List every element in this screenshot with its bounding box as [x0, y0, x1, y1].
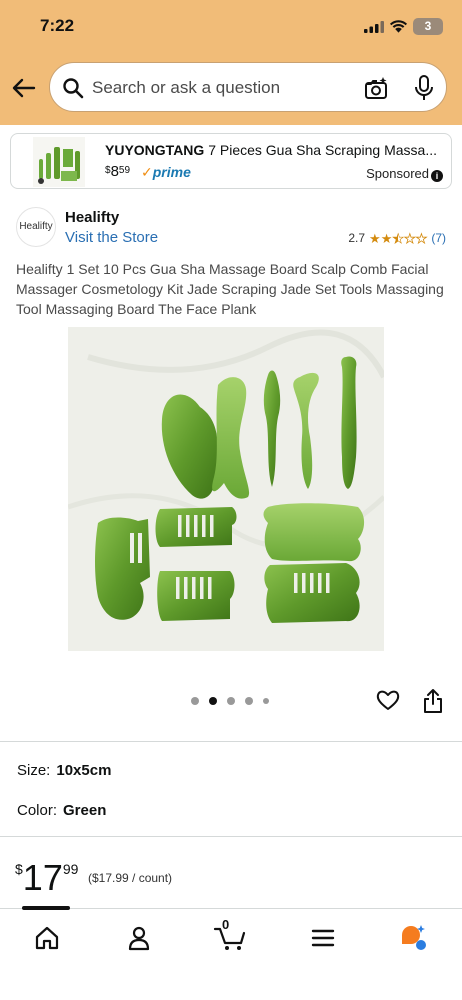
sponsored-price: $859 — [105, 163, 131, 180]
active-tab-indicator — [22, 906, 70, 910]
wifi-icon — [389, 20, 408, 33]
visit-store-link[interactable]: Visit the Store — [65, 229, 158, 246]
product-title: Healifty 1 Set 10 Pcs Gua Sha Massage Bo… — [16, 261, 444, 317]
star-full-icon: ★ — [380, 230, 393, 246]
brand-logo[interactable]: Healifty — [16, 207, 56, 247]
prime-check-icon: ✓ — [141, 164, 153, 180]
cart-icon[interactable] — [213, 923, 247, 953]
divider — [0, 741, 462, 742]
rating-summary[interactable]: 2.7 ★ ★ ★ ★ ★ (7) — [348, 231, 446, 245]
header: 7:22 3 Search or ask a question — [0, 0, 462, 125]
price-whole: 17 — [22, 857, 63, 898]
price-currency: $ — [15, 861, 23, 877]
carousel-dot[interactable] — [245, 697, 253, 705]
cellular-signal-icon — [364, 21, 384, 33]
unit-price: ($17.99 / count) — [88, 871, 173, 885]
share-icon[interactable] — [422, 688, 444, 714]
color-value: Green — [63, 802, 107, 819]
sponsored-product-banner[interactable]: YUYONGTANG 7 Pieces Gua Sha Scraping Mas… — [10, 133, 452, 189]
star-full-icon: ★ — [369, 230, 381, 246]
info-icon[interactable]: i — [431, 170, 443, 182]
image-carousel-indicator[interactable] — [191, 697, 269, 705]
account-icon[interactable] — [124, 923, 154, 953]
menu-icon[interactable] — [308, 923, 338, 953]
prime-badge: ✓prime — [141, 164, 191, 181]
back-arrow-icon[interactable] — [10, 74, 38, 102]
color-label: Color: — [17, 802, 58, 819]
sponsored-label[interactable]: Sponsored i — [366, 166, 443, 182]
rating-value: 2.7 — [348, 231, 366, 245]
sponsored-product-thumbnail — [33, 137, 85, 187]
product-price: $1799 — [15, 857, 78, 899]
cart-count: 0 — [222, 917, 230, 932]
carousel-dot[interactable] — [263, 698, 269, 704]
carousel-dot[interactable] — [191, 697, 199, 705]
size-option[interactable]: Size: 10x5cm — [17, 762, 111, 779]
search-bar[interactable]: Search or ask a question — [49, 62, 447, 112]
home-icon[interactable] — [32, 923, 62, 953]
star-rating: ★ ★ ★ ★ ★ — [369, 230, 428, 246]
carousel-dot-active[interactable] — [209, 697, 217, 705]
battery-indicator: 3 — [413, 18, 443, 35]
sponsored-product-title: YUYONGTANG 7 Pieces Gua Sha Scraping Mas… — [105, 142, 437, 158]
rufus-assistant-icon[interactable] — [398, 923, 428, 953]
review-count: (7) — [431, 231, 446, 245]
sponsored-price-dollars: 8 — [110, 163, 119, 180]
price-cents: 99 — [62, 861, 79, 877]
bottom-navigation — [0, 906, 462, 1000]
heart-icon[interactable] — [376, 689, 400, 711]
size-value: 10x5cm — [56, 762, 112, 779]
size-label: Size: — [17, 762, 51, 779]
color-option[interactable]: Color: Green — [17, 802, 106, 819]
search-input[interactable]: Search or ask a question — [92, 78, 280, 98]
sponsored-price-cents: 59 — [118, 165, 131, 176]
microphone-icon[interactable] — [412, 74, 436, 102]
brand-name: Healifty — [65, 209, 120, 226]
sponsored-text: Sponsored — [366, 166, 429, 181]
search-icon — [63, 78, 84, 99]
product-image[interactable] — [68, 327, 384, 651]
status-time: 7:22 — [40, 16, 75, 35]
star-empty-icon: ★ — [415, 230, 428, 246]
divider — [0, 836, 462, 837]
star-half-icon: ★ — [392, 230, 405, 246]
prime-label: prime — [152, 164, 191, 180]
star-empty-icon: ★ — [404, 230, 416, 246]
carousel-dot[interactable] — [227, 697, 235, 705]
status-bar: 7:22 3 — [0, 0, 462, 54]
sponsored-brand: YUYONGTANG — [105, 142, 205, 158]
camera-search-icon[interactable] — [363, 75, 389, 101]
sponsored-title-text: 7 Pieces Gua Sha Scraping Massa... — [208, 142, 437, 158]
